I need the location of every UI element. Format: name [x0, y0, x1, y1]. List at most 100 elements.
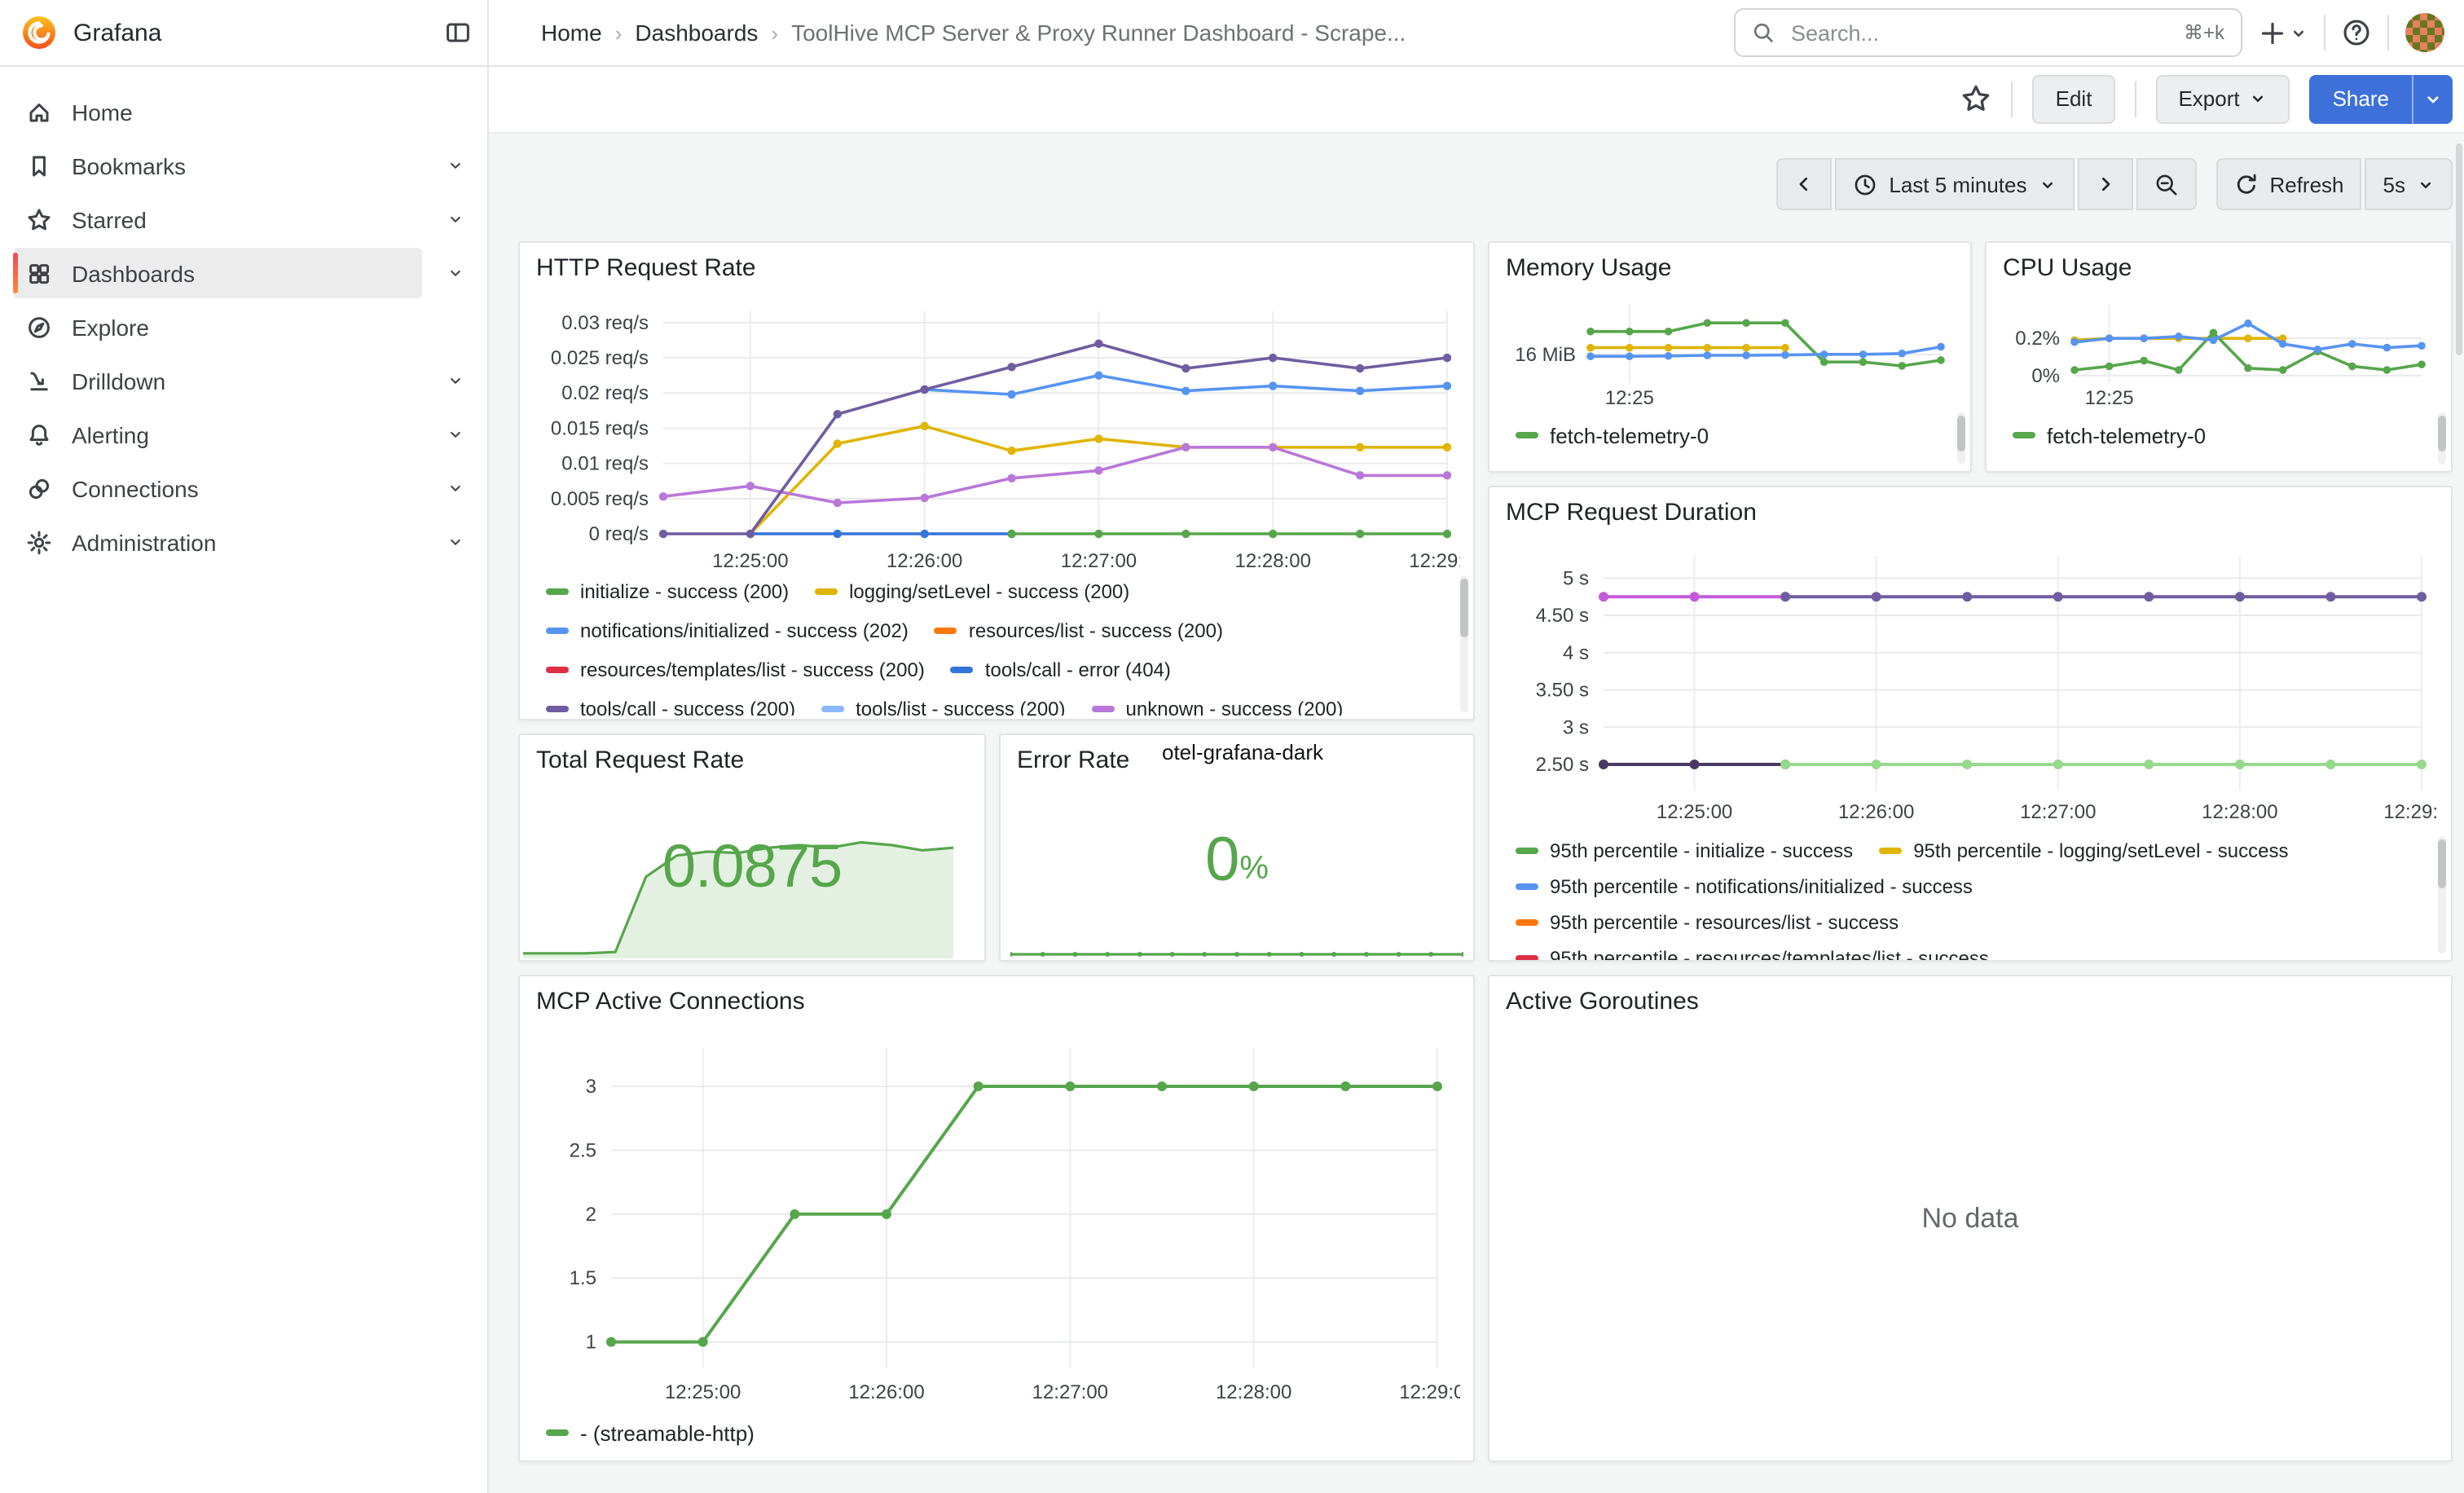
legend-item[interactable]: 95th percentile - logging/setLevel - suc…	[1879, 839, 2288, 862]
legend-item[interactable]: resources/templates/list - success (200)	[546, 658, 925, 681]
legend-item[interactable]: - (streamable-http)	[546, 1420, 755, 1445]
chevron-down-icon[interactable]	[447, 372, 464, 390]
search-input[interactable]	[1788, 19, 2171, 46]
chevron-down-icon[interactable]	[447, 264, 464, 282]
panel-error-rate: Error Rate otel-grafana-dark 0%	[999, 733, 1475, 962]
chevron-down-icon[interactable]	[447, 479, 464, 497]
panel-title[interactable]: CPU Usage	[2003, 254, 2132, 282]
chevron-down-icon[interactable]	[447, 210, 464, 228]
share-dropdown-button[interactable]	[2412, 74, 2453, 123]
home-icon	[26, 99, 52, 125]
sidebar-item-label: Administration	[72, 529, 216, 555]
cpu-usage-chart: 0.2%0%12:25	[2000, 292, 2438, 412]
panel-memory-usage: Memory Usage 16 MiB12:25 fetch-telemetry…	[1488, 241, 1972, 473]
chevron-down-icon[interactable]	[447, 533, 464, 551]
legend-item[interactable]: tools/call - success (200)	[546, 698, 795, 716]
panel-title[interactable]: MCP Active Connections	[536, 988, 805, 1015]
refresh-button[interactable]: Refresh	[2215, 158, 2361, 210]
svg-text:12:26:00: 12:26:00	[848, 1381, 924, 1403]
panel-active-goroutines: Active Goroutines No data	[1488, 975, 2453, 1462]
sidebar-item-administration[interactable]: Administration	[0, 515, 487, 569]
legend-item[interactable]: unknown - success (200)	[1092, 698, 1344, 716]
svg-text:12:27:00: 12:27:00	[2020, 801, 2096, 823]
time-forward-button[interactable]	[2077, 158, 2132, 210]
time-back-button[interactable]	[1776, 158, 1832, 210]
chevron-down-icon[interactable]	[447, 425, 464, 443]
panel-title[interactable]: Error Rate	[1017, 746, 1129, 774]
legend-row: 95th percentile - initialize - success 95…	[1516, 833, 2412, 869]
no-data-message: No data	[1489, 976, 2451, 1460]
svg-text:12:27:00: 12:27:00	[1061, 550, 1137, 572]
legend-scrollbar[interactable]	[2438, 836, 2446, 953]
time-range-picker[interactable]: Last 5 minutes	[1835, 158, 2074, 210]
export-label: Export	[2178, 86, 2239, 111]
svg-text:2.5: 2.5	[570, 1139, 596, 1161]
export-button[interactable]: Export	[2155, 74, 2290, 123]
grafana-logo-icon[interactable]	[20, 13, 59, 52]
sidebar-item-connections[interactable]: Connections	[0, 461, 487, 515]
sidebar-item-alerting[interactable]: Alerting	[0, 407, 487, 461]
sidebar-item-drilldown[interactable]: Drilldown	[0, 354, 487, 407]
series-color-dash	[821, 706, 844, 712]
series-color-dash	[935, 628, 957, 634]
legend-item[interactable]: notifications/initialized - success (202…	[546, 619, 909, 642]
help-icon[interactable]	[2342, 18, 2371, 47]
sidebar-item-bookmarks[interactable]: Bookmarks	[0, 139, 487, 192]
legend-label: 95th percentile - initialize - success	[1550, 839, 1853, 862]
legend-scrollbar[interactable]	[1957, 412, 1965, 465]
legend-row: fetch-telemetry-0	[1516, 416, 1931, 455]
legend-item[interactable]: fetch-telemetry-0	[2013, 423, 2206, 447]
legend-scrollbar[interactable]	[1460, 575, 1468, 712]
sidebar-item-starred[interactable]: Starred	[0, 192, 487, 246]
breadcrumb-item[interactable]: Home	[541, 20, 602, 46]
legend-label: tools/list - success (200)	[856, 698, 1065, 716]
legend-item[interactable]: 95th percentile - initialize - success	[1516, 839, 1853, 862]
breadcrumb-item[interactable]: Dashboards	[635, 20, 758, 46]
panel-title[interactable]: Total Request Rate	[536, 746, 744, 774]
breadcrumb-separator: ›	[771, 20, 778, 45]
panel-title[interactable]: HTTP Request Rate	[536, 254, 756, 282]
drilldown-icon	[26, 368, 52, 394]
total-request-rate-value: 0.0875	[520, 833, 984, 901]
legend-item[interactable]: logging/setLevel - success (200)	[815, 580, 1129, 603]
add-new-button[interactable]	[2259, 19, 2308, 46]
legend-row: notifications/initialized - success (202…	[546, 611, 1434, 650]
sidebar-toggle-icon[interactable]	[445, 20, 471, 46]
sidebar: HomeBookmarks Starred Dashboards Explore Dri…	[0, 65, 489, 1493]
legend-label: fetch-telemetry-0	[2047, 423, 2206, 447]
legend-item[interactable]: 95th percentile - resources/templates/li…	[1516, 947, 1989, 960]
panel-title[interactable]: MCP Request Duration	[1506, 499, 1757, 526]
legend-item[interactable]: resources/list - success (200)	[935, 619, 1223, 642]
sidebar-item-explore[interactable]: Explore	[0, 300, 487, 354]
legend-item[interactable]: fetch-telemetry-0	[1516, 423, 1709, 447]
legend-item[interactable]: initialize - success (200)	[546, 580, 789, 603]
legend-scrollbar[interactable]	[2438, 412, 2446, 465]
bell-icon	[26, 421, 52, 447]
legend-item[interactable]: tools/call - error (404)	[951, 658, 1171, 681]
sidebar-item-label: Starred	[72, 206, 147, 232]
time-controls: Last 5 minutes Refresh 5s	[1776, 158, 2453, 210]
sidebar-item-dashboards[interactable]: Dashboards	[0, 246, 487, 300]
legend-row: 95th percentile - resources/templates/li…	[1516, 940, 2412, 960]
sidebar-item-label: Explore	[72, 314, 149, 340]
share-button[interactable]: Share	[2310, 74, 2412, 123]
chevron-down-icon[interactable]	[447, 156, 464, 174]
avatar[interactable]	[2405, 13, 2444, 52]
page-scrollbar[interactable]	[2456, 143, 2462, 355]
time-range-group: Last 5 minutes	[1776, 158, 2196, 210]
sidebar-item-home[interactable]: Home	[0, 85, 487, 139]
divider	[2387, 15, 2389, 51]
mcp-request-duration-chart: 2.50 s3 s3.50 s4 s4.50 s5 s12:25:0012:26…	[1503, 540, 2438, 826]
divider	[2134, 81, 2136, 117]
edit-button[interactable]: Edit	[2033, 74, 2115, 123]
refresh-interval-picker[interactable]: 5s	[2365, 158, 2453, 210]
favorite-star-icon[interactable]	[1961, 83, 1992, 114]
zoom-out-button[interactable]	[2136, 158, 2196, 210]
legend-item[interactable]: tools/list - success (200)	[821, 698, 1065, 716]
legend-label: - (streamable-http)	[580, 1420, 755, 1445]
search-box[interactable]: ⌘+k	[1734, 8, 2242, 57]
svg-text:12:29:00: 12:29:00	[1409, 550, 1460, 572]
panel-title[interactable]: Memory Usage	[1506, 254, 1671, 282]
legend-item[interactable]: 95th percentile - resources/list - succe…	[1516, 911, 1899, 934]
legend-item[interactable]: 95th percentile - notifications/initiali…	[1516, 875, 1973, 898]
